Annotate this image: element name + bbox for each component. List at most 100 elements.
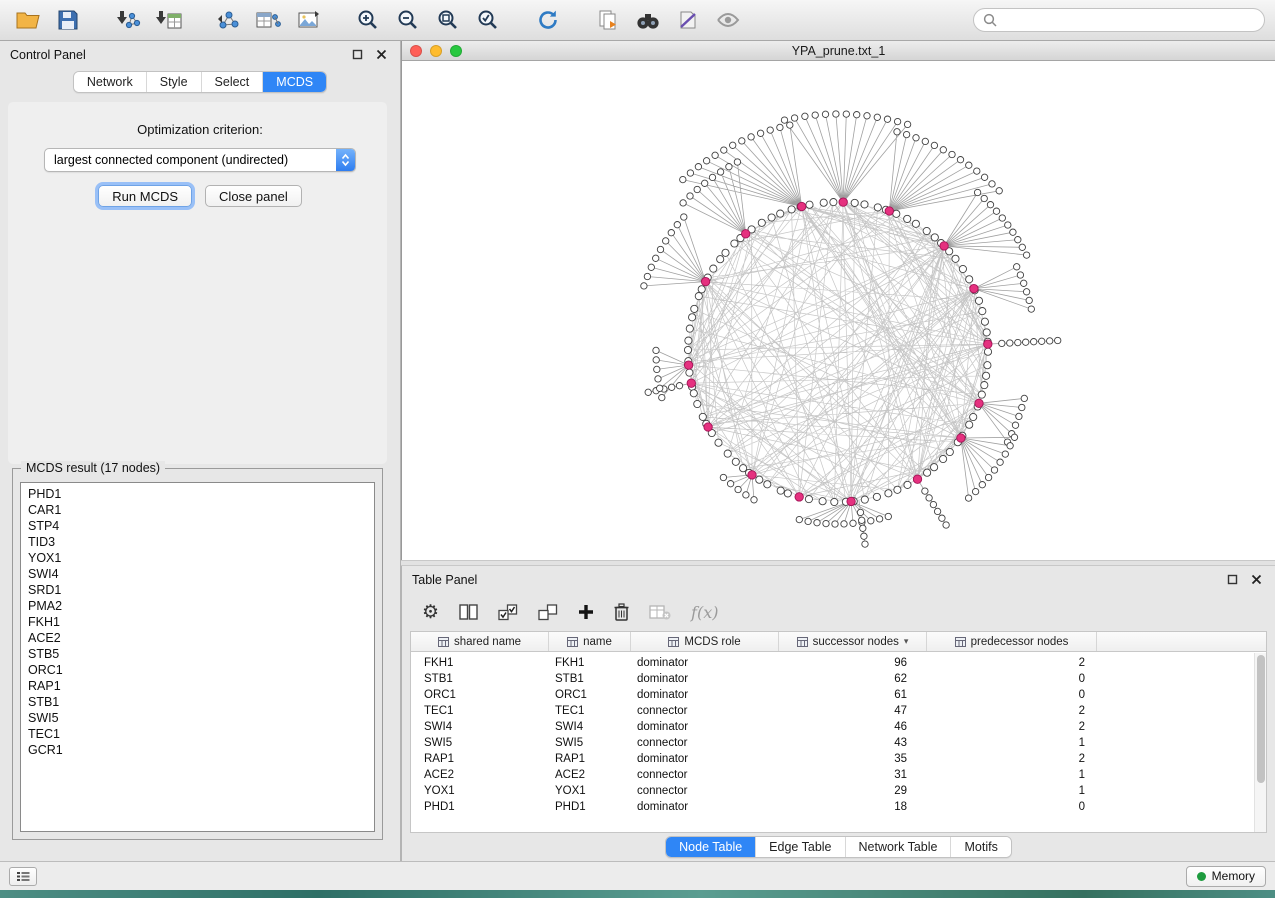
mcds-result-item[interactable]: SWI5 [28,710,367,726]
close-mcds-panel-button[interactable]: Close panel [205,185,302,207]
network-graph[interactable] [402,61,1275,559]
table-row[interactable]: PHD1PHD1dominator180 [411,799,1266,815]
table-cell[interactable]: 43 [779,737,927,749]
select-all-button[interactable] [498,604,518,621]
minimize-window-icon[interactable] [430,45,442,57]
mcds-result-item[interactable]: TEC1 [28,726,367,742]
table-row[interactable]: RAP1RAP1dominator352 [411,751,1266,767]
table-cell[interactable]: 47 [779,705,927,717]
table-cell[interactable]: 62 [779,673,927,685]
table-cell[interactable]: SWI5 [549,737,631,749]
mcds-result-item[interactable]: TID3 [28,534,367,550]
table-cell[interactable]: connector [631,785,779,797]
sort-descending-icon[interactable]: ▾ [904,636,909,647]
table-cell[interactable]: ORC1 [411,689,549,701]
table-cell[interactable]: STB1 [549,673,631,685]
zoom-fit-button[interactable] [430,4,466,36]
zoom-selected-button[interactable] [470,4,506,36]
mcds-result-item[interactable]: STB5 [28,646,367,662]
table-cell[interactable]: TEC1 [411,705,549,717]
mcds-result-item[interactable]: PHD1 [28,486,367,502]
tab-network-table[interactable]: Network Table [845,837,951,857]
close-window-icon[interactable] [410,45,422,57]
table-cell[interactable]: STB1 [411,673,549,685]
mcds-result-item[interactable]: SRD1 [28,582,367,598]
close-table-panel-button[interactable] [1248,571,1265,588]
column-header-name[interactable]: name [549,632,631,651]
table-settings-button[interactable]: ⚙ [422,603,439,622]
table-cell[interactable]: PHD1 [411,801,549,813]
table-row[interactable]: YOX1YOX1connector291 [411,783,1266,799]
column-header-mcds-role[interactable]: MCDS role [631,632,779,651]
open-session-button[interactable] [10,4,46,36]
table-cell[interactable]: dominator [631,801,779,813]
mcds-result-item[interactable]: CAR1 [28,502,367,518]
maximize-window-icon[interactable] [450,45,462,57]
table-cell[interactable]: dominator [631,689,779,701]
table-row[interactable]: ORC1ORC1dominator610 [411,687,1266,703]
mcds-result-list[interactable]: PHD1CAR1STP4TID3YOX1SWI4SRD1PMA2FKH1ACE2… [20,482,375,832]
table-cell[interactable]: 46 [779,721,927,733]
optimization-criterion-select[interactable]: largest connected component (undirected) [44,148,356,172]
table-cell[interactable]: 2 [927,753,1097,765]
table-cell[interactable]: ACE2 [411,769,549,781]
column-header-shared-name[interactable]: shared name [411,632,549,651]
table-cell[interactable]: connector [631,737,779,749]
table-cell[interactable]: FKH1 [549,657,631,669]
table-cell[interactable]: 1 [927,769,1097,781]
table-row[interactable]: FKH1FKH1dominator962 [411,655,1266,671]
table-cell[interactable]: dominator [631,753,779,765]
table-cell[interactable]: TEC1 [549,705,631,717]
show-columns-button[interactable] [459,604,478,620]
table-cell[interactable]: 2 [927,705,1097,717]
mcds-result-item[interactable]: YOX1 [28,550,367,566]
mcds-result-item[interactable]: STP4 [28,518,367,534]
table-cell[interactable]: PHD1 [549,801,631,813]
panel-menu-button[interactable] [9,867,37,886]
export-table-button[interactable] [250,4,286,36]
table-cell[interactable]: 31 [779,769,927,781]
table-cell[interactable]: 35 [779,753,927,765]
scrollbar-thumb[interactable] [1257,655,1265,783]
table-row[interactable]: STB1STB1dominator620 [411,671,1266,687]
table-row[interactable]: SWI4SWI4dominator462 [411,719,1266,735]
table-cell[interactable]: 1 [927,737,1097,749]
tab-edge-table[interactable]: Edge Table [755,837,844,857]
table-cell[interactable]: FKH1 [411,657,549,669]
table-cell[interactable]: SWI4 [411,721,549,733]
search-input[interactable] [1002,13,1255,27]
table-cell[interactable]: 61 [779,689,927,701]
unselect-all-button[interactable] [538,604,558,621]
table-cell[interactable]: 1 [927,785,1097,797]
table-row[interactable]: TEC1TEC1connector472 [411,703,1266,719]
tab-network[interactable]: Network [74,72,146,92]
network-search-box[interactable] [973,8,1265,32]
table-cell[interactable]: YOX1 [411,785,549,797]
mcds-result-item[interactable]: STB1 [28,694,367,710]
table-cell[interactable]: RAP1 [411,753,549,765]
mcds-result-item[interactable]: FKH1 [28,614,367,630]
table-cell[interactable]: SWI5 [411,737,549,749]
table-cell[interactable]: 29 [779,785,927,797]
table-cell[interactable]: 2 [927,657,1097,669]
save-session-button[interactable] [50,4,86,36]
zoom-out-button[interactable] [390,4,426,36]
search-binoculars-button[interactable] [630,4,666,36]
add-row-button[interactable] [578,604,594,620]
tab-motifs[interactable]: Motifs [950,837,1010,857]
hide-graphics-button[interactable] [670,4,706,36]
export-network-button[interactable] [210,4,246,36]
show-graphics-details-button[interactable] [710,4,746,36]
table-row[interactable]: ACE2ACE2connector311 [411,767,1266,783]
import-table-button[interactable] [150,4,186,36]
mcds-result-item[interactable]: ACE2 [28,630,367,646]
refresh-view-button[interactable] [530,4,566,36]
table-cell[interactable]: ORC1 [549,689,631,701]
network-window-titlebar[interactable]: YPA_prune.txt_1 [402,41,1275,61]
table-row[interactable]: SWI5SWI5connector431 [411,735,1266,751]
run-mcds-button[interactable]: Run MCDS [98,185,192,207]
memory-button[interactable]: Memory [1186,866,1266,887]
column-header-predecessor-nodes[interactable]: predecessor nodes [927,632,1097,651]
zoom-in-button[interactable] [350,4,386,36]
function-builder-button[interactable]: f(x) [691,603,718,622]
